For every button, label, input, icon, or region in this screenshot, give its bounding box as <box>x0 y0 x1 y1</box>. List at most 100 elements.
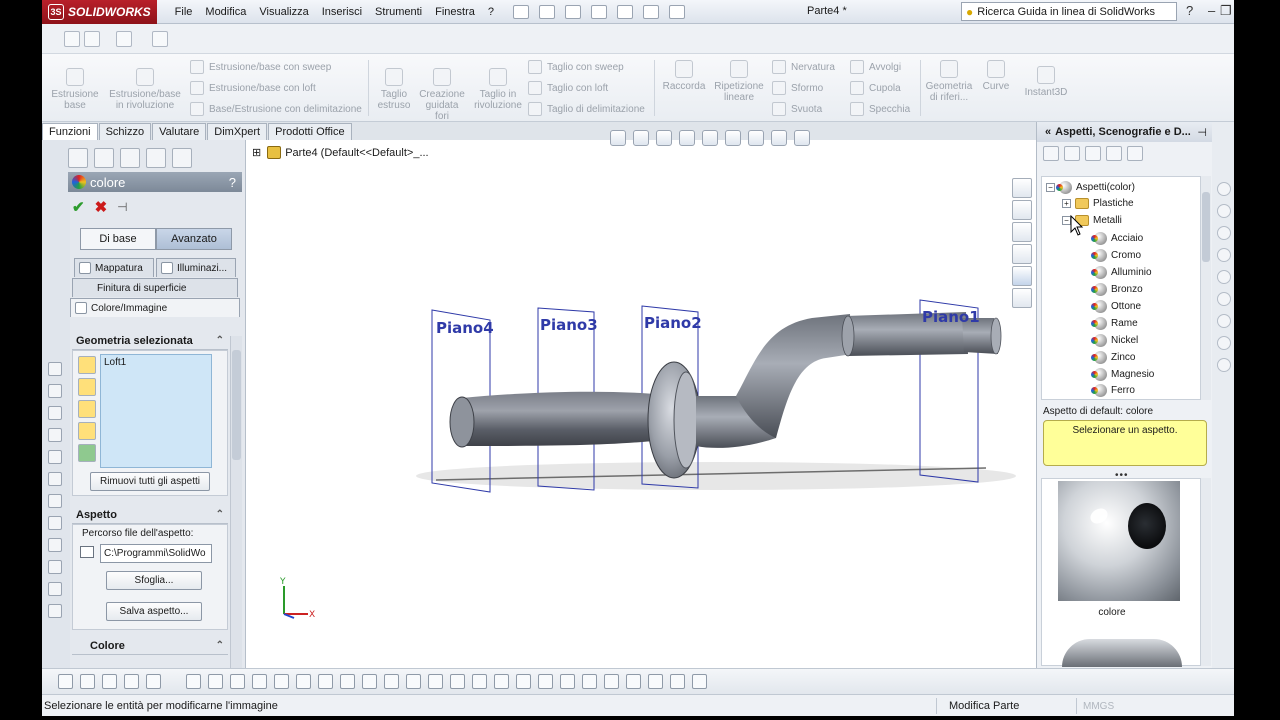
filter-icon[interactable] <box>648 674 663 689</box>
menu-modifica[interactable]: Modifica <box>205 6 246 18</box>
cancel-x-icon[interactable]: ✖ <box>95 198 108 216</box>
tip-end-face[interactable] <box>990 317 1002 355</box>
strip-tool-icon[interactable] <box>48 494 62 508</box>
tab-valutare[interactable]: Valutare <box>152 123 207 140</box>
strip-tool-icon[interactable] <box>48 560 62 574</box>
ripetizione-lineare-button[interactable]: Ripetizione lineare <box>710 60 768 103</box>
filter-icon[interactable] <box>494 674 509 689</box>
filter-icon[interactable] <box>472 674 487 689</box>
sweep-base-button[interactable]: Estrusione/base con sweep <box>190 60 331 74</box>
selected-geometry-list[interactable]: Loft1 <box>100 354 212 468</box>
print-icon[interactable] <box>617 4 633 19</box>
configuration-tab-icon[interactable] <box>120 148 140 168</box>
filter-icon[interactable] <box>102 674 117 689</box>
strip-tool-icon[interactable] <box>48 428 62 442</box>
tree-item-magnesio[interactable]: Magnesio <box>1091 368 1154 381</box>
filter-icon[interactable] <box>670 674 685 689</box>
app-logo[interactable]: 3S SOLIDWORKS <box>42 0 157 24</box>
zoom-to-area-icon[interactable] <box>633 130 649 146</box>
tree-scrollbar[interactable] <box>1201 176 1211 400</box>
side-tool-icon[interactable] <box>1217 314 1231 328</box>
creazione-fori-button[interactable]: Creazione guidata fori <box>416 68 468 122</box>
open-icon[interactable] <box>565 4 581 19</box>
side-tool-icon[interactable] <box>1217 182 1231 196</box>
estrusione-base-button[interactable]: Estrusione base <box>48 68 102 111</box>
graphics-area[interactable]: Piano4 Piano3 Piano2 Piano1 Y X ⊞ Parte4… <box>246 130 1036 668</box>
filter-icon[interactable] <box>406 674 421 689</box>
menu-help[interactable]: ? <box>488 6 494 18</box>
previous-view-icon[interactable] <box>656 130 672 146</box>
customize-icon[interactable] <box>84 31 100 47</box>
surface-filter-icon[interactable] <box>78 400 96 418</box>
up-icon[interactable] <box>1085 146 1101 161</box>
taglio-loft-button[interactable]: Taglio con loft <box>528 81 608 95</box>
help-search-box[interactable]: ● Ricerca Guida in linea di SolidWorks <box>961 2 1177 21</box>
forward-icon[interactable] <box>1127 146 1143 161</box>
body-filter-icon[interactable] <box>78 422 96 440</box>
collapse-icon[interactable]: − <box>1046 183 1055 192</box>
view-palette-tab-icon[interactable] <box>1012 244 1032 264</box>
pin-icon[interactable]: ⊣ <box>117 200 127 214</box>
browse-button[interactable]: Sfoglia... <box>106 571 202 590</box>
svuota-button[interactable]: Svuota <box>772 102 822 116</box>
side-tool-icon[interactable] <box>1217 226 1231 240</box>
collapse-pane-icon[interactable]: « <box>1045 126 1051 138</box>
tree-item-acciaio[interactable]: Acciaio <box>1091 232 1143 245</box>
appearance-thumbnail-next[interactable] <box>1062 639 1182 667</box>
appearance-tab-icon[interactable] <box>172 148 192 168</box>
bent-rod[interactable] <box>736 314 852 438</box>
filter-icon[interactable] <box>208 674 223 689</box>
collapse-icon[interactable]: ⌃ <box>216 509 224 520</box>
loft-base-button[interactable]: Estrusione/base con loft <box>190 81 316 95</box>
part-filter-icon[interactable] <box>78 356 96 374</box>
taglio-rivoluzione-button[interactable]: Taglio in rivoluzione <box>470 68 526 111</box>
strip-tool-icon[interactable] <box>48 406 62 420</box>
taglio-estruso-button[interactable]: Taglio estruso <box>372 68 416 111</box>
flyout-feature-tree[interactable]: ⊞ Parte4 (Default<<Default>_... <box>252 146 429 159</box>
save-appearance-button[interactable]: Salva aspetto... <box>106 602 202 621</box>
status-units[interactable]: MMGS <box>1076 698 1114 714</box>
subtab-finitura[interactable]: Finitura di superficie <box>72 278 238 297</box>
section-view-icon[interactable] <box>679 130 695 146</box>
strip-tool-icon[interactable] <box>48 472 62 486</box>
restore-icon[interactable]: ❐ <box>1220 3 1232 19</box>
menu-file[interactable]: File <box>175 6 193 18</box>
raccorda-button[interactable]: Raccorda <box>658 60 710 92</box>
tree-item-bronzo[interactable]: Bronzo <box>1091 283 1143 296</box>
tree-item-ottone[interactable]: Ottone <box>1091 300 1141 313</box>
face-filter-icon[interactable] <box>78 378 96 396</box>
side-tool-icon[interactable] <box>1217 292 1231 306</box>
curve-button[interactable]: Curve <box>978 60 1014 92</box>
filter-icon[interactable] <box>560 674 575 689</box>
file-explorer-tab-icon[interactable] <box>1012 222 1032 242</box>
subtab-illuminazione[interactable]: Illuminazi... <box>156 258 236 277</box>
filter-icon[interactable] <box>296 674 311 689</box>
filter-icon[interactable] <box>80 674 95 689</box>
filter-icon[interactable] <box>252 674 267 689</box>
save-icon[interactable] <box>591 4 607 19</box>
filter-icon[interactable] <box>626 674 641 689</box>
design-library-tab-icon[interactable] <box>1012 200 1032 220</box>
tab-prodotti-office[interactable]: Prodotti Office <box>268 123 352 140</box>
help-icon[interactable]: ? <box>1186 3 1193 18</box>
menu-inserisci[interactable]: Inserisci <box>322 6 362 18</box>
custom-properties-tab-icon[interactable] <box>1012 288 1032 308</box>
geometria-riferimento-button[interactable]: Geometria di riferi... <box>924 60 974 103</box>
collapse-icon[interactable]: ⌃ <box>216 335 224 346</box>
back-icon[interactable] <box>1043 146 1059 161</box>
taglio-delim-button[interactable]: Taglio di delimitazione <box>528 102 645 116</box>
appearances-tree[interactable]: − Aspetti(color) + Plastiche − Metalli Acci… <box>1041 176 1201 400</box>
solidworks-resources-tab-icon[interactable] <box>1012 178 1032 198</box>
property-tab-icon[interactable] <box>94 148 114 168</box>
handle-end-face[interactable] <box>449 396 475 448</box>
menu-strumenti[interactable]: Strumenti <box>375 6 422 18</box>
filter-icon[interactable] <box>146 674 161 689</box>
side-tool-icon[interactable] <box>1217 358 1231 372</box>
tree-item-alluminio[interactable]: Alluminio <box>1091 266 1152 279</box>
nervatura-button[interactable]: Nervatura <box>772 60 835 74</box>
collapse-icon[interactable]: ⌃ <box>216 640 224 651</box>
aspetto-group-header[interactable]: Aspetto ⌃ <box>72 506 228 524</box>
filter-icon[interactable] <box>340 674 355 689</box>
new-document-icon[interactable] <box>539 4 555 19</box>
side-tool-icon[interactable] <box>1217 336 1231 350</box>
